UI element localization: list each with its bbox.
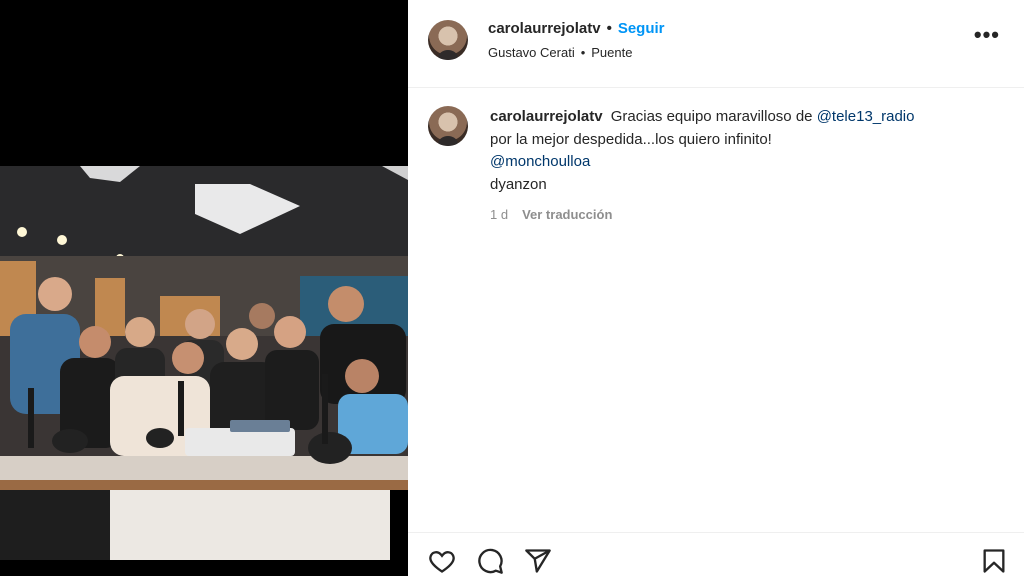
avatar[interactable] <box>428 20 468 60</box>
post-action-bar <box>408 532 1024 576</box>
post-media <box>0 0 408 576</box>
instagram-post-window: carolaurrejolatv • Seguir Gustavo Cerati… <box>0 0 1024 576</box>
caption-meta: 1 d Ver traducción <box>490 204 990 227</box>
see-translation-button[interactable]: Ver traducción <box>522 204 612 227</box>
separator-dot: • <box>606 20 612 37</box>
post-header: carolaurrejolatv • Seguir Gustavo Cerati… <box>408 0 1024 88</box>
caption-avatar[interactable] <box>428 106 468 146</box>
follow-button[interactable]: Seguir <box>618 20 665 37</box>
mention-link-tele13-radio[interactable]: @tele13_radio <box>817 108 915 125</box>
comment-icon[interactable] <box>476 547 504 575</box>
header-user-row: carolaurrejolatv • Seguir <box>488 20 665 37</box>
caption-text: carolaurrejolatv Gracias equipo maravill… <box>490 106 990 196</box>
group-photo-image <box>0 166 408 560</box>
bookmark-icon[interactable] <box>980 547 1006 575</box>
audio-info: Gustavo Cerati • Puente <box>488 45 665 60</box>
heart-icon[interactable] <box>428 547 456 575</box>
post-sidebar: carolaurrejolatv • Seguir Gustavo Cerati… <box>408 0 1024 576</box>
caption-username-link[interactable]: carolaurrejolatv <box>490 108 603 125</box>
caption-text-part-3: dyanzon <box>490 175 547 193</box>
caption-text-part-2: por la mejor despedida...los quiero infi… <box>490 130 772 148</box>
audio-track-link[interactable]: Puente <box>591 45 632 60</box>
more-options-icon[interactable]: ••• <box>974 24 1000 46</box>
post-photo[interactable] <box>0 166 408 560</box>
post-timestamp[interactable]: 1 d <box>490 204 508 227</box>
share-icon[interactable] <box>524 547 552 575</box>
header-text: carolaurrejolatv • Seguir Gustavo Cerati… <box>488 20 665 60</box>
username-link[interactable]: carolaurrejolatv <box>488 20 601 37</box>
caption-comment: carolaurrejolatv Gracias equipo maravill… <box>408 88 1024 227</box>
audio-separator: • <box>580 45 586 60</box>
audio-artist-link[interactable]: Gustavo Cerati <box>488 45 575 60</box>
mention-link-monchoulloa[interactable]: @monchoulloa <box>490 153 590 170</box>
caption-text-part-1: Gracias equipo maravilloso de <box>610 108 813 125</box>
caption-body: carolaurrejolatv Gracias equipo maravill… <box>490 106 990 227</box>
